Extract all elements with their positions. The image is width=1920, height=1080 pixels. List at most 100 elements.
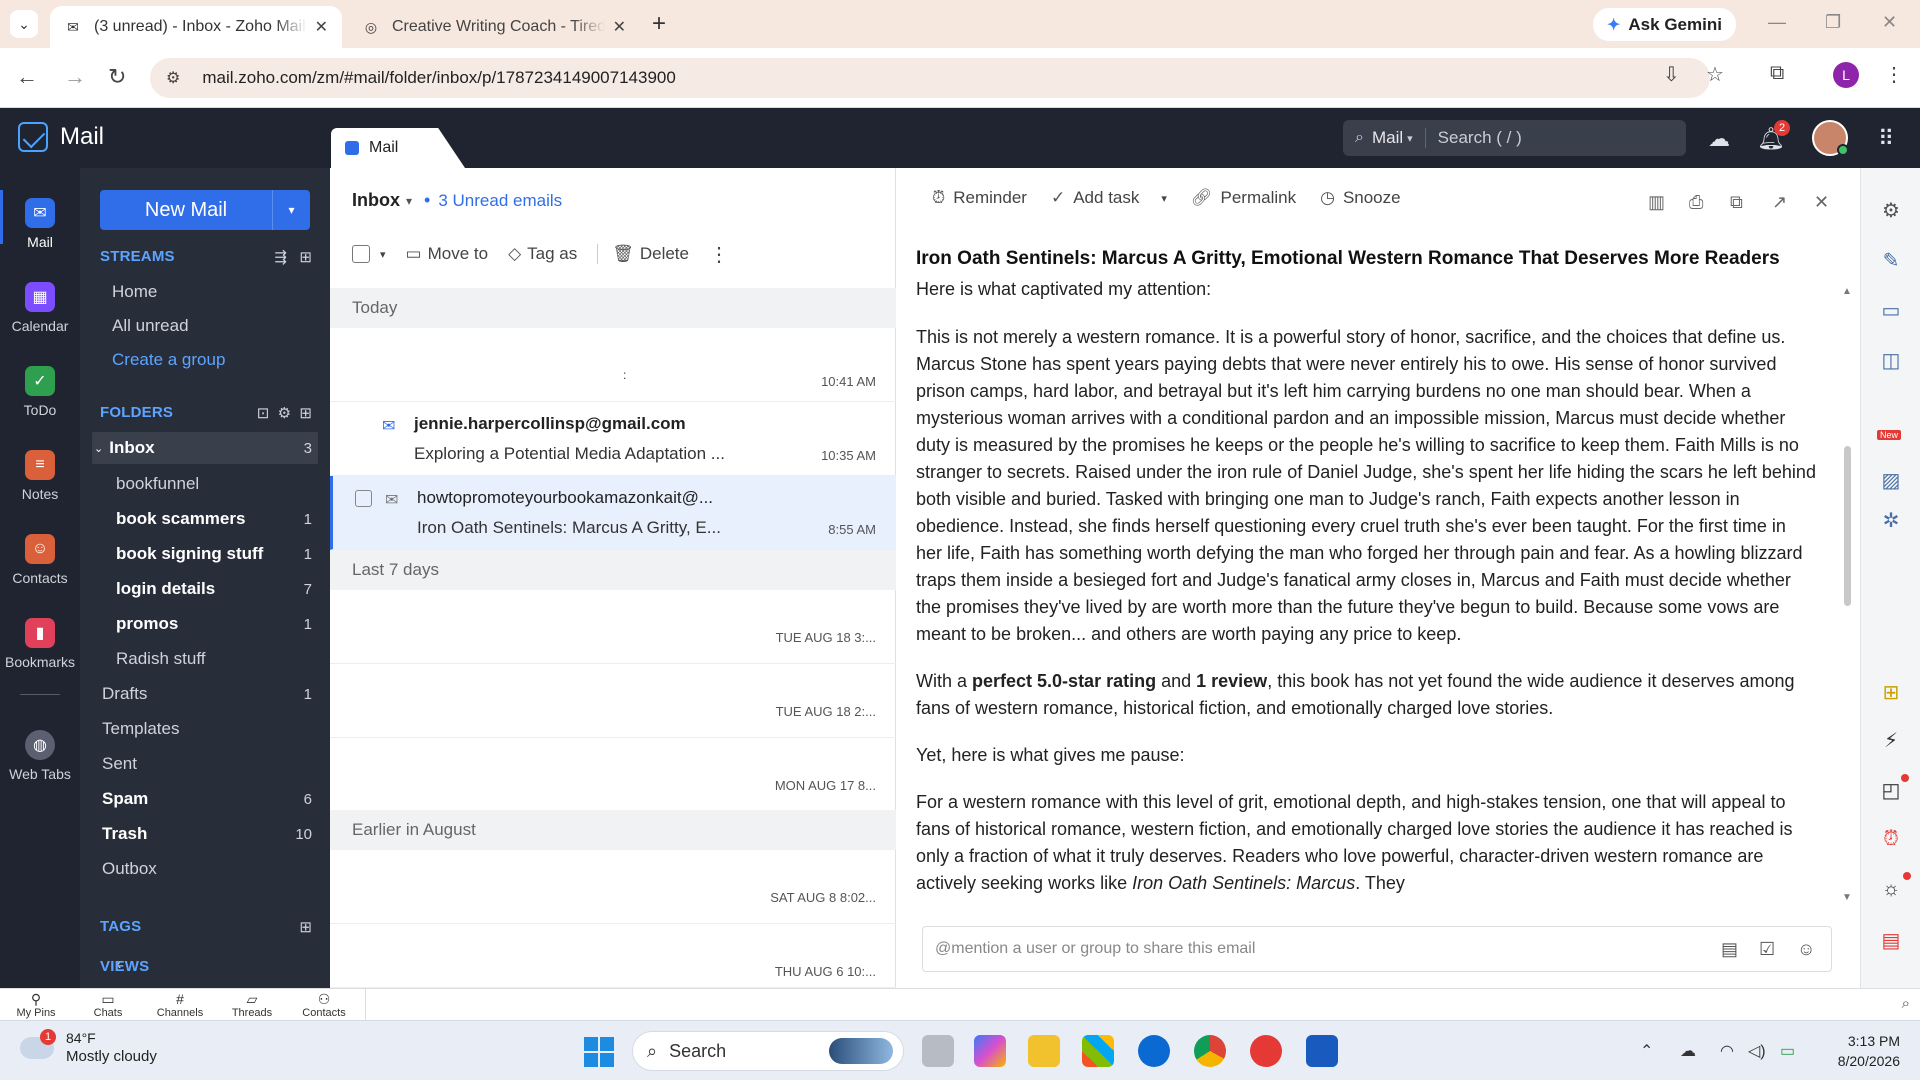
new-folder-icon[interactable]: ⊡ <box>257 405 270 422</box>
notes-icon[interactable]: ▤ <box>1721 939 1738 960</box>
tag-as-button[interactable]: ◇ Tag as <box>508 244 577 264</box>
folder-radish-stuff[interactable]: Radish stuff <box>116 643 318 675</box>
mail-row[interactable]: THU AUG 6 10:... <box>330 924 896 988</box>
onedrive-cloud-icon[interactable]: ☁ <box>1680 1041 1696 1061</box>
folder-sent[interactable]: Sent <box>102 748 318 780</box>
user-avatar[interactable] <box>1812 120 1849 156</box>
bottom-channels[interactable]: # Channels <box>150 991 210 1019</box>
folder-book-signing-stuff[interactable]: book signing stuff 1 <box>116 538 318 570</box>
mail-row[interactable]: TUE AUG 18 3:... <box>330 590 896 664</box>
task-icon[interactable]: ☑ <box>1759 939 1775 960</box>
add-note-icon[interactable]: ⊞ <box>1861 680 1920 705</box>
folder-templates[interactable]: Templates <box>102 713 318 745</box>
stream-home[interactable]: Home <box>112 276 318 308</box>
ask-gemini-button[interactable]: ✦ Ask Gemini <box>1593 8 1736 41</box>
folder-promos[interactable]: promos 1 <box>116 608 318 640</box>
chat-icon[interactable]: ▤ <box>1861 928 1920 953</box>
close-tab-icon[interactable]: ✕ <box>613 17 626 37</box>
weather-widget[interactable]: 1 84°F Mostly cloudy <box>20 1029 157 1067</box>
app-calendar[interactable]: ▦ Calendar <box>0 282 80 334</box>
folder-outbox[interactable]: Outbox <box>102 853 318 885</box>
chevron-down-icon[interactable]: ▾ <box>406 194 412 208</box>
app-notes[interactable]: ≡ Notes <box>0 450 80 502</box>
taskbar-clock[interactable]: 3:13 PM 8/20/2026 <box>1820 1031 1900 1071</box>
microsoft-store-icon[interactable] <box>1082 1035 1114 1067</box>
mail-row-selected[interactable]: ✉ howtopromoteyourbookamazonkait@... Iro… <box>330 476 896 550</box>
extensions-icon[interactable]: ⧉ <box>1770 62 1784 85</box>
show-hidden-icons-chevron-icon[interactable]: ⌃ <box>1640 1041 1653 1061</box>
task-view-icon[interactable] <box>922 1035 954 1067</box>
share-comment-input[interactable]: @mention a user or group to share this e… <box>922 926 1832 972</box>
file-explorer-icon[interactable] <box>1028 1035 1060 1067</box>
folder-selector[interactable]: Inbox <box>352 190 400 211</box>
browser-tab-zoho-mail[interactable]: ✉ (3 unread) - Inbox - Zoho Mail ( ✕ <box>50 6 342 48</box>
email-scrollbar[interactable]: ▲ ▼ <box>1842 286 1852 906</box>
taskbar-search-box[interactable]: ⌕ Search <box>632 1031 904 1071</box>
media-app-icon[interactable] <box>1250 1035 1282 1067</box>
install-app-icon[interactable]: ⇩ <box>1663 62 1680 87</box>
signature-icon[interactable]: ✎ <box>1861 248 1920 273</box>
zoho-mail-logo[interactable]: Mail <box>18 122 104 152</box>
forward-icon[interactable]: → <box>64 64 86 90</box>
word-icon[interactable] <box>1306 1035 1338 1067</box>
unread-filter-link[interactable]: 3 Unread emails <box>438 191 562 211</box>
add-stream-icon[interactable]: ⊞ <box>299 249 312 266</box>
integrations-icon[interactable]: ✲ <box>1861 508 1920 533</box>
folder-trash[interactable]: Trash 10 <box>102 818 318 850</box>
profile-avatar[interactable]: L <box>1833 62 1859 88</box>
mail-row[interactable]: MON AUG 17 8... <box>330 738 896 812</box>
chevron-down-icon[interactable]: ⌄ <box>94 442 103 455</box>
scrollbar-thumb[interactable] <box>1844 446 1851 606</box>
create-group-link[interactable]: Create a group <box>112 344 318 376</box>
close-window-icon[interactable]: ✕ <box>1882 12 1897 33</box>
lightning-icon[interactable]: ⚡︎ <box>1861 728 1920 753</box>
folder-spam[interactable]: Spam 6 <box>102 783 318 815</box>
reminder-button[interactable]: ⏰︎ Reminder <box>932 188 1027 208</box>
select-dropdown-chevron-icon[interactable]: ▾ <box>380 248 386 261</box>
scroll-up-icon[interactable]: ▲ <box>1842 286 1852 297</box>
mail-module-tab[interactable]: Mail <box>331 128 465 168</box>
app-web-tabs[interactable]: ◍ Web Tabs <box>0 730 80 782</box>
chrome-icon[interactable] <box>1194 1035 1226 1067</box>
weather-widget-icon[interactable]: ☼ <box>1861 878 1920 901</box>
hp-app-icon[interactable] <box>1138 1035 1170 1067</box>
delete-button[interactable]: 🗑︎ Delete <box>612 244 689 264</box>
bottom-threads[interactable]: ▱ Threads <box>222 991 282 1019</box>
more-options-icon[interactable]: ⋮ <box>709 242 729 267</box>
site-info-icon[interactable]: ⚙ <box>166 68 180 88</box>
image-gallery-icon[interactable]: ▨ <box>1861 468 1920 493</box>
add-folder-icon[interactable]: ⊞ <box>299 405 312 422</box>
close-tab-icon[interactable]: ✕ <box>315 17 328 37</box>
copilot-icon[interactable] <box>974 1035 1006 1067</box>
battery-icon[interactable]: ▭ <box>1780 1041 1795 1061</box>
folder-login-details[interactable]: login details 7 <box>116 573 318 605</box>
chrome-menu-icon[interactable]: ⋮ <box>1884 62 1904 87</box>
stream-all-unread[interactable]: All unread <box>112 310 318 342</box>
address-bar[interactable]: ⚙ mail.zoho.com/zm/#mail/folder/inbox/p/… <box>150 58 1710 98</box>
alarm-clock-icon[interactable]: ⏰︎ <box>1861 828 1920 851</box>
folder-bookfunnel[interactable]: bookfunnel <box>116 468 318 500</box>
volume-icon[interactable]: ◁) <box>1748 1041 1766 1061</box>
app-launcher-grid-icon[interactable]: ⠿ <box>1878 126 1894 152</box>
bookmark-star-icon[interactable]: ☆ <box>1706 62 1724 87</box>
search-bar[interactable]: ⌕ Mail ▾ Search ( / ) <box>1343 120 1686 156</box>
conversation-icon[interactable]: ⧉ <box>1730 192 1743 213</box>
app-mail[interactable]: ✉ Mail <box>0 190 80 250</box>
app-contacts[interactable]: ☺ Contacts <box>0 534 80 586</box>
new-mail-button[interactable]: New Mail ▾ <box>100 190 310 230</box>
app-todo[interactable]: ✓ ToDo <box>0 366 80 418</box>
mail-row[interactable]: SAT AUG 8 8:02... <box>330 850 896 924</box>
calendar-view-icon[interactable]: ◫ <box>1861 348 1920 373</box>
filter-streams-icon[interactable]: ⇶ <box>274 249 287 266</box>
folder-drafts[interactable]: Drafts 1 <box>102 678 318 710</box>
new-mail-dropdown-chevron-icon[interactable]: ▾ <box>272 190 310 230</box>
folder-inbox[interactable]: ⌄ Inbox 3 <box>92 432 318 464</box>
emoji-icon[interactable]: ☺ <box>1797 939 1815 960</box>
search-icon[interactable]: ⌕ <box>1902 995 1910 1012</box>
bottom-contacts[interactable]: ⚇ Contacts <box>294 991 354 1019</box>
snooze-button[interactable]: ◷ Snooze <box>1320 188 1401 208</box>
offline-sync-icon[interactable]: ☁ <box>1708 126 1730 152</box>
bottom-chats[interactable]: ▭ Chats <box>78 991 138 1019</box>
close-icon[interactable]: ✕ <box>1814 192 1829 213</box>
tab-search-menu-button[interactable]: ⌄ <box>10 10 38 38</box>
